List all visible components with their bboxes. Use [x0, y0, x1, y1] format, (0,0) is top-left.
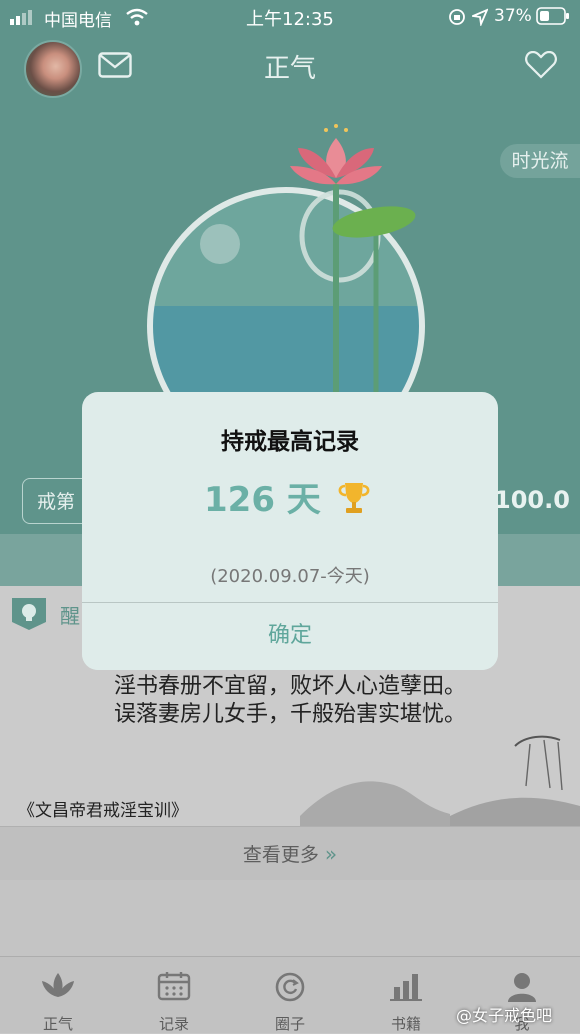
location-icon [472, 8, 488, 26]
page-title: 正气 [263, 54, 316, 84]
calendar-icon [157, 972, 191, 1001]
content-spacer [0, 880, 580, 956]
battery-icon [536, 7, 569, 25]
app-header: 正气 [0, 34, 580, 101]
signal-icon [10, 10, 32, 25]
tab-label: 记录 [158, 1015, 189, 1033]
heart-icon[interactable] [525, 51, 557, 79]
score-value: 100.0 [494, 486, 570, 514]
bar-chart-icon [390, 974, 422, 1001]
tab-books[interactable]: 书籍 [348, 957, 464, 1033]
view-more-button[interactable]: 查看更多» [0, 826, 580, 881]
user-icon [508, 973, 536, 1002]
trophy-icon [338, 483, 370, 513]
lotus-bowl-illustration [147, 124, 425, 420]
record-dialog: 持戒最高记录 126 天 (2020.09.07-今天) 确定 [82, 392, 498, 670]
poem-source: 《文昌帝君戒淫宝训》 [18, 801, 188, 821]
battery-percent: 37% [494, 6, 532, 26]
wifi-icon [126, 8, 148, 26]
lightbulb-icon [12, 598, 46, 630]
dialog-title: 持戒最高记录 [221, 429, 359, 455]
view-more-label: 查看更多 [242, 844, 319, 866]
time-flow-button[interactable]: 时光流 [500, 144, 580, 178]
tab-label: 圈子 [274, 1015, 305, 1033]
status-bar: 中国电信 上午12:35 37% [0, 0, 580, 34]
record-days: 126 天 [204, 480, 321, 520]
tab-label: 正气 [42, 1015, 73, 1033]
lotus-icon [42, 973, 74, 997]
refresh-circle-icon [275, 972, 305, 1002]
tab-label: 书籍 [390, 1015, 421, 1033]
double-chevron-right-icon: » [324, 842, 338, 866]
tab-zhengqi[interactable]: 正气 [0, 957, 116, 1033]
poem-line-2: 误落妻房儿女手，千般殆害实堪忧。 [113, 702, 466, 727]
reminder-label: 醒 [60, 604, 80, 628]
orientation-lock-icon [449, 9, 465, 25]
tab-records[interactable]: 记录 [116, 957, 232, 1033]
tab-circle[interactable]: 圈子 [232, 957, 348, 1033]
carrier-name: 中国电信 [44, 11, 112, 31]
landscape-illustration [300, 735, 580, 826]
watermark: @女子戒色吧 [456, 1006, 553, 1025]
confirm-button[interactable]: 确定 [82, 603, 498, 670]
clock: 上午12:35 [246, 9, 334, 30]
record-date-range: (2020.09.07-今天) [210, 566, 370, 587]
